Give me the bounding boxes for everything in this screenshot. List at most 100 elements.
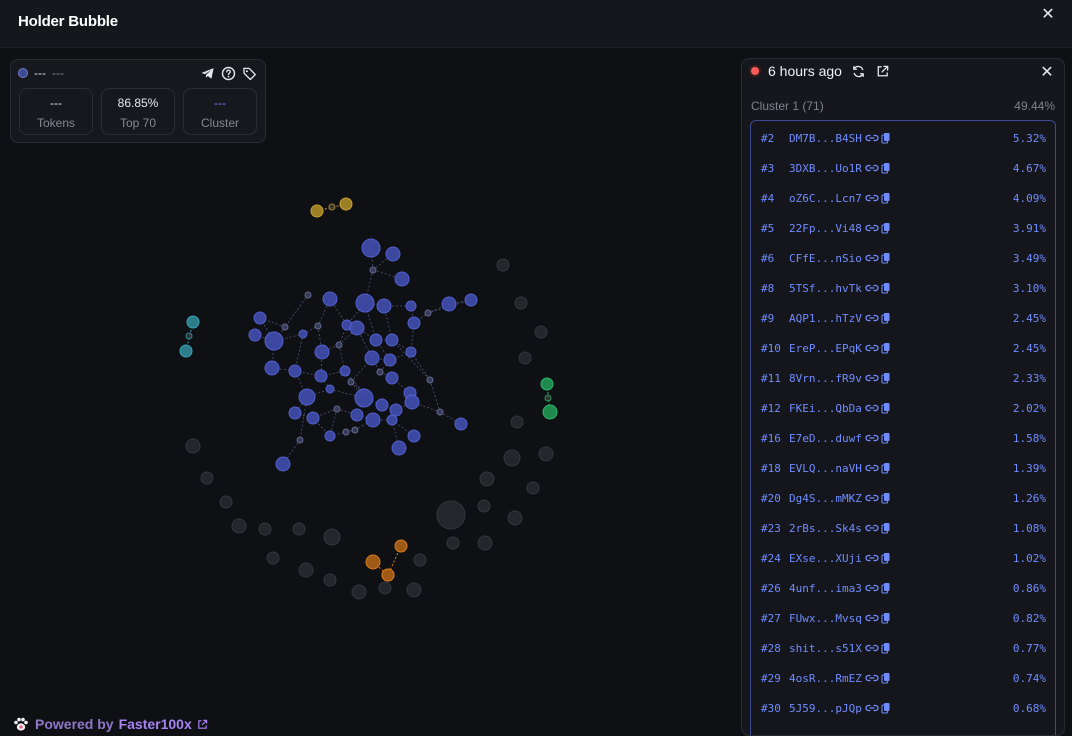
powered-by-link[interactable]: Powered by Faster100x [12,716,208,732]
holder-bubble[interactable] [339,365,351,377]
holder-bubble[interactable] [378,581,392,595]
holder-bubble[interactable] [314,322,322,330]
holder-bubble[interactable] [436,500,466,530]
link-copy-icons[interactable] [865,672,891,684]
holder-bubble[interactable] [383,353,397,367]
holder-bubble[interactable] [394,271,410,287]
holder-bubble[interactable] [394,539,408,553]
holder-bubble[interactable] [185,438,201,454]
holder-bubble[interactable] [365,412,381,428]
telegram-icon[interactable] [200,66,215,81]
link-copy-icons[interactable] [865,642,891,654]
holder-bubble[interactable] [369,333,383,347]
holder-bubble[interactable] [507,510,523,526]
list-item[interactable]: #8 5TSf...hvTk 3.10% [751,273,1055,303]
holder-bubble[interactable] [542,404,558,420]
link-copy-icons[interactable] [865,612,891,624]
holder-bubble[interactable] [351,584,367,600]
holder-bubble[interactable] [324,430,336,442]
list-item[interactable]: #2 DM7B...B4SH 5.32% [751,123,1055,153]
list-item[interactable]: #29 4osR...RmEZ 0.74% [751,663,1055,693]
holder-bubble[interactable] [464,293,478,307]
holder-bubble[interactable] [436,408,444,416]
link-copy-icons[interactable] [865,582,891,594]
holder-bubble[interactable] [288,406,302,420]
link-copy-icons[interactable] [865,552,891,564]
holder-bubble[interactable] [322,291,338,307]
holder-bubble[interactable] [339,197,353,211]
holder-bubble[interactable] [292,522,306,536]
holder-bubble[interactable] [514,296,528,310]
holder-bubble[interactable] [441,296,457,312]
holder-bubble[interactable] [405,346,417,358]
holder-bubble[interactable] [404,394,420,410]
holder-bubble[interactable] [306,411,320,425]
holder-bubble[interactable] [266,551,280,565]
holder-bubble[interactable] [296,436,304,444]
list-item[interactable]: #20 Dg4S...mMKZ 1.26% [751,483,1055,513]
holder-bubble[interactable] [325,384,335,394]
link-copy-icons[interactable] [865,522,891,534]
holder-bubble[interactable] [365,554,381,570]
list-item[interactable]: #27 FUwx...Mvsq 0.82% [751,603,1055,633]
link-copy-icons[interactable] [865,432,891,444]
holder-bubble[interactable] [407,429,421,443]
holder-bubble[interactable] [381,568,395,582]
link-copy-icons[interactable] [865,312,891,324]
holder-bubble[interactable] [298,329,308,339]
tag-icon[interactable] [242,66,257,81]
holder-bubble[interactable] [479,471,495,487]
holder-bubble[interactable] [538,446,554,462]
holder-bubble[interactable] [534,325,548,339]
list-item[interactable]: #12 FKEi...QbDa 2.02% [751,393,1055,423]
list-item[interactable]: #18 EVLQ...naVH 1.39% [751,453,1055,483]
holder-bubble[interactable] [518,351,532,365]
holder-bubble[interactable] [364,350,380,366]
holder-bubble[interactable] [375,398,389,412]
holder-bubble[interactable] [314,344,330,360]
link-copy-icons[interactable] [865,282,891,294]
holder-bubble[interactable] [385,246,401,262]
holder-bubble[interactable] [231,518,247,534]
link-copy-icons[interactable] [865,132,891,144]
list-item[interactable]: #3 3DXB...Uo1R 4.67% [751,153,1055,183]
holder-bubble[interactable] [310,204,324,218]
holder-bubble[interactable] [350,408,364,422]
holder-bubble[interactable] [426,376,434,384]
list-item[interactable]: #10 EreP...EPqK 2.45% [751,333,1055,363]
holder-bubble[interactable] [253,311,267,325]
holder-bubble[interactable] [424,309,432,317]
list-item[interactable]: #24 EXse...XUji 1.02% [751,543,1055,573]
holder-bubble[interactable] [376,298,392,314]
holder-bubble[interactable] [369,266,377,274]
holder-bubble[interactable] [407,316,421,330]
holder-bubble[interactable] [335,341,343,349]
link-copy-icons[interactable] [865,162,891,174]
list-item[interactable]: #23 2rBs...Sk4s 1.08% [751,513,1055,543]
link-copy-icons[interactable] [865,222,891,234]
holder-bubble[interactable] [258,522,272,536]
holder-bubble[interactable] [323,528,341,546]
holder-bubble[interactable] [298,562,314,578]
holder-bubble[interactable] [185,332,193,340]
holder-bubble[interactable] [391,440,407,456]
link-copy-icons[interactable] [865,492,891,504]
link-copy-icons[interactable] [865,342,891,354]
refresh-icon[interactable] [851,64,866,79]
holder-bubble[interactable] [219,495,233,509]
holder-bubble[interactable] [389,403,403,417]
list-item[interactable]: #6 CFfE...nSio 3.49% [751,243,1055,273]
holder-bubble[interactable] [333,405,341,413]
holder-bubble[interactable] [540,377,554,391]
bubble-graph[interactable] [0,48,740,736]
holder-bubble[interactable] [526,481,540,495]
holder-bubble[interactable] [264,331,284,351]
holder-bubble[interactable] [275,456,291,472]
holder-bubble[interactable] [264,360,280,376]
holder-bubble[interactable] [385,333,399,347]
holder-bubble[interactable] [248,328,262,342]
holder-bubble[interactable] [454,417,468,431]
help-icon[interactable] [221,66,236,81]
holder-bubble[interactable] [477,499,491,513]
list-item[interactable]: #4 oZ6C...Lcn7 4.09% [751,183,1055,213]
